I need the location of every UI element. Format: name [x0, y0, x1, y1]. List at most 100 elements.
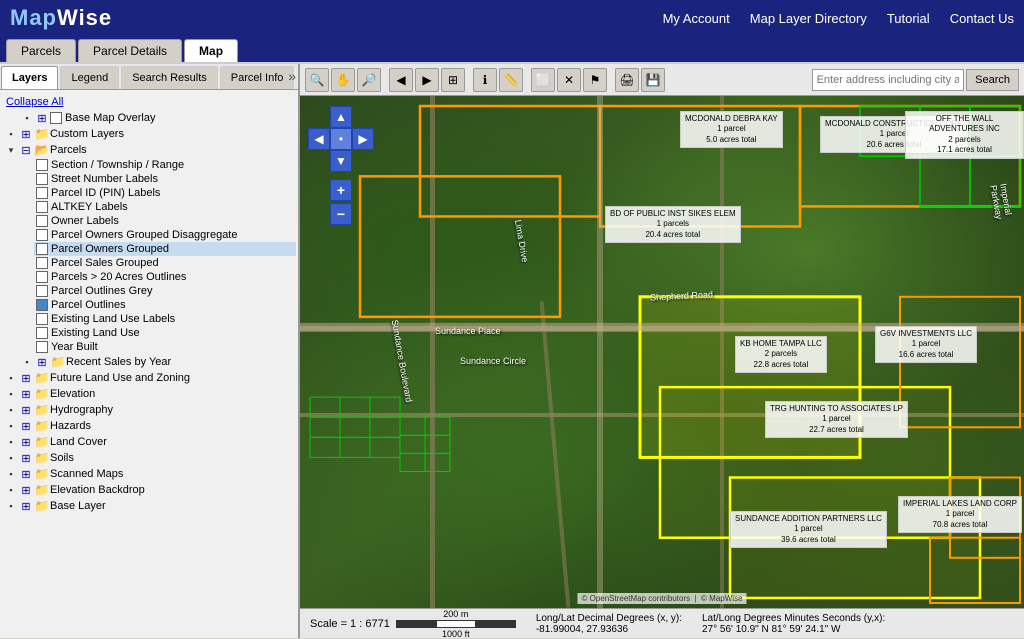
- layer-item-existing-land-use-labels[interactable]: Existing Land Use Labels: [34, 312, 296, 326]
- checkbox-owners-grouped[interactable]: [36, 243, 48, 255]
- layer-item-section-township[interactable]: Section / Township / Range: [34, 158, 296, 172]
- tab-parcel-details[interactable]: Parcel Details: [78, 39, 182, 62]
- zoom-in-nav-button[interactable]: +: [330, 179, 352, 201]
- zoom-in-button[interactable]: 🔍: [305, 68, 329, 92]
- plus-icon: ⊞: [18, 451, 34, 465]
- pan-button[interactable]: ✋: [331, 68, 355, 92]
- checkbox-20acres[interactable]: [36, 271, 48, 283]
- checkbox-section[interactable]: [36, 159, 48, 171]
- layer-item-soils[interactable]: ▪ ⊞ 📁 Soils: [2, 450, 296, 466]
- layer-item-parcels-folder[interactable]: ▾ ⊟ 📂 Parcels: [2, 142, 296, 158]
- tab-parcels[interactable]: Parcels: [6, 39, 76, 62]
- layer-item-recent-sales[interactable]: ▪ ⊞ 📁 Recent Sales by Year: [18, 354, 296, 370]
- back-button[interactable]: ◀: [389, 68, 413, 92]
- pan-south-button[interactable]: ▼: [330, 150, 352, 172]
- layer-item-parcel-owners-grouped[interactable]: Parcel Owners Grouped: [34, 242, 296, 256]
- collapse-panel-button[interactable]: »: [288, 68, 296, 84]
- zoom-out-nav-button[interactable]: −: [330, 203, 352, 225]
- checkbox-outlines[interactable]: [36, 299, 48, 311]
- expand-icon[interactable]: ▾: [4, 143, 18, 157]
- layer-item-base-layer[interactable]: ▪ ⊞ 📁 Base Layer: [2, 498, 296, 514]
- layer-label: Scanned Maps: [50, 468, 123, 480]
- folder-icon: 📁: [34, 435, 50, 449]
- flag-button[interactable]: ⚑: [583, 68, 607, 92]
- osm-attribution: © OpenStreetMap contributors | © MapWise: [577, 593, 746, 604]
- expand-icon[interactable]: ▪: [4, 387, 18, 401]
- checkbox-base-map[interactable]: [50, 112, 62, 124]
- layer-item-owner-labels[interactable]: Owner Labels: [34, 214, 296, 228]
- layer-item-scanned-maps[interactable]: ▪ ⊞ 📁 Scanned Maps: [2, 466, 296, 482]
- folder-icon: 📁: [34, 127, 50, 141]
- layer-item-land-cover[interactable]: ▪ ⊞ 📁 Land Cover: [2, 434, 296, 450]
- layer-item-hydrography[interactable]: ▪ ⊞ 📁 Hydrography: [2, 402, 296, 418]
- layer-item-custom-layers[interactable]: ▪ ⊞ 📁 Custom Layers: [2, 126, 296, 142]
- address-input[interactable]: [812, 69, 965, 91]
- checkbox-land-use-labels[interactable]: [36, 313, 48, 325]
- layer-label: Soils: [50, 452, 74, 464]
- panel-tab-layers[interactable]: Layers: [1, 66, 58, 89]
- checkbox-outlines-grey[interactable]: [36, 285, 48, 297]
- expand-icon[interactable]: ▪: [4, 403, 18, 417]
- expand-icon[interactable]: ▪: [4, 371, 18, 385]
- layer-item-year-built[interactable]: Year Built: [34, 340, 296, 354]
- layer-item-parcel-sales-grouped[interactable]: Parcel Sales Grouped: [34, 256, 296, 270]
- checkbox-owner[interactable]: [36, 215, 48, 227]
- layer-item-parcels-20acres[interactable]: Parcels > 20 Acres Outlines: [34, 270, 296, 284]
- select-button[interactable]: ⬜: [531, 68, 555, 92]
- expand-icon[interactable]: ▪: [4, 499, 18, 513]
- nav-my-account[interactable]: My Account: [663, 11, 730, 26]
- expand-icon[interactable]: ▪: [20, 355, 34, 369]
- print-button[interactable]: 🖨: [615, 68, 639, 92]
- layer-item-parcel-outlines-grey[interactable]: Parcel Outlines Grey: [34, 284, 296, 298]
- panel-tab-parcel-info[interactable]: Parcel Info: [220, 66, 295, 89]
- top-tab-bar: Parcels Parcel Details Map: [0, 36, 1024, 64]
- expand-icon[interactable]: ▪: [20, 111, 34, 125]
- checkbox-street[interactable]: [36, 173, 48, 185]
- header-navigation: My Account Map Layer Directory Tutorial …: [663, 11, 1014, 26]
- collapse-all-button[interactable]: Collapse All: [2, 94, 296, 110]
- search-button[interactable]: Search: [966, 69, 1019, 91]
- checkbox-sales-grouped[interactable]: [36, 257, 48, 269]
- layer-item-base-map-overlay[interactable]: ▪ ⊞ Base Map Overlay: [18, 110, 296, 126]
- checkbox-altkey[interactable]: [36, 201, 48, 213]
- expand-icon[interactable]: ▪: [4, 451, 18, 465]
- panel-tab-search-results[interactable]: Search Results: [121, 66, 218, 89]
- forward-button[interactable]: ▶: [415, 68, 439, 92]
- pan-north-button[interactable]: ▲: [330, 106, 352, 128]
- nav-contact-us[interactable]: Contact Us: [950, 11, 1014, 26]
- zoom-out-button[interactable]: 🔎: [357, 68, 381, 92]
- checkbox-land-use[interactable]: [36, 327, 48, 339]
- expand-icon[interactable]: ▪: [4, 419, 18, 433]
- nav-tutorial[interactable]: Tutorial: [887, 11, 930, 26]
- tab-map[interactable]: Map: [184, 39, 238, 62]
- clear-button[interactable]: ✕: [557, 68, 581, 92]
- layer-item-parcel-owners-disaggregate[interactable]: Parcel Owners Grouped Disaggregate: [34, 228, 296, 242]
- checkbox-year-built[interactable]: [36, 341, 48, 353]
- nav-map-layer-directory[interactable]: Map Layer Directory: [750, 11, 867, 26]
- layer-item-street-number[interactable]: Street Number Labels: [34, 172, 296, 186]
- layer-label: Elevation Backdrop: [50, 484, 145, 496]
- layer-item-parcel-id[interactable]: Parcel ID (PIN) Labels: [34, 186, 296, 200]
- checkbox-parcel-id[interactable]: [36, 187, 48, 199]
- expand-icon[interactable]: ▪: [4, 127, 18, 141]
- expand-icon[interactable]: ▪: [4, 435, 18, 449]
- identify-button[interactable]: ℹ: [473, 68, 497, 92]
- pan-west-button[interactable]: ◀: [308, 128, 330, 150]
- full-extent-button[interactable]: ⊞: [441, 68, 465, 92]
- expand-icon[interactable]: ▪: [4, 483, 18, 497]
- layer-item-existing-land-use[interactable]: Existing Land Use: [34, 326, 296, 340]
- expand-icon[interactable]: ▪: [4, 467, 18, 481]
- pan-center-button[interactable]: •: [330, 128, 352, 150]
- layer-item-elevation[interactable]: ▪ ⊞ 📁 Elevation: [2, 386, 296, 402]
- checkbox-disaggregate[interactable]: [36, 229, 48, 241]
- measure-button[interactable]: 📏: [499, 68, 523, 92]
- map-container[interactable]: MCDONALD DEBRA KAY1 parcel5.0 acres tota…: [300, 96, 1024, 608]
- layer-item-future-land-use[interactable]: ▪ ⊞ 📁 Future Land Use and Zoning: [2, 370, 296, 386]
- save-button[interactable]: 💾: [641, 68, 665, 92]
- layer-item-hazards[interactable]: ▪ ⊞ 📁 Hazards: [2, 418, 296, 434]
- panel-tab-legend[interactable]: Legend: [60, 66, 119, 89]
- layer-item-parcel-outlines[interactable]: Parcel Outlines: [34, 298, 296, 312]
- layer-item-elevation-backdrop[interactable]: ▪ ⊞ 📁 Elevation Backdrop: [2, 482, 296, 498]
- pan-east-button[interactable]: ▶: [352, 128, 374, 150]
- layer-item-altkey[interactable]: ALTKEY Labels: [34, 200, 296, 214]
